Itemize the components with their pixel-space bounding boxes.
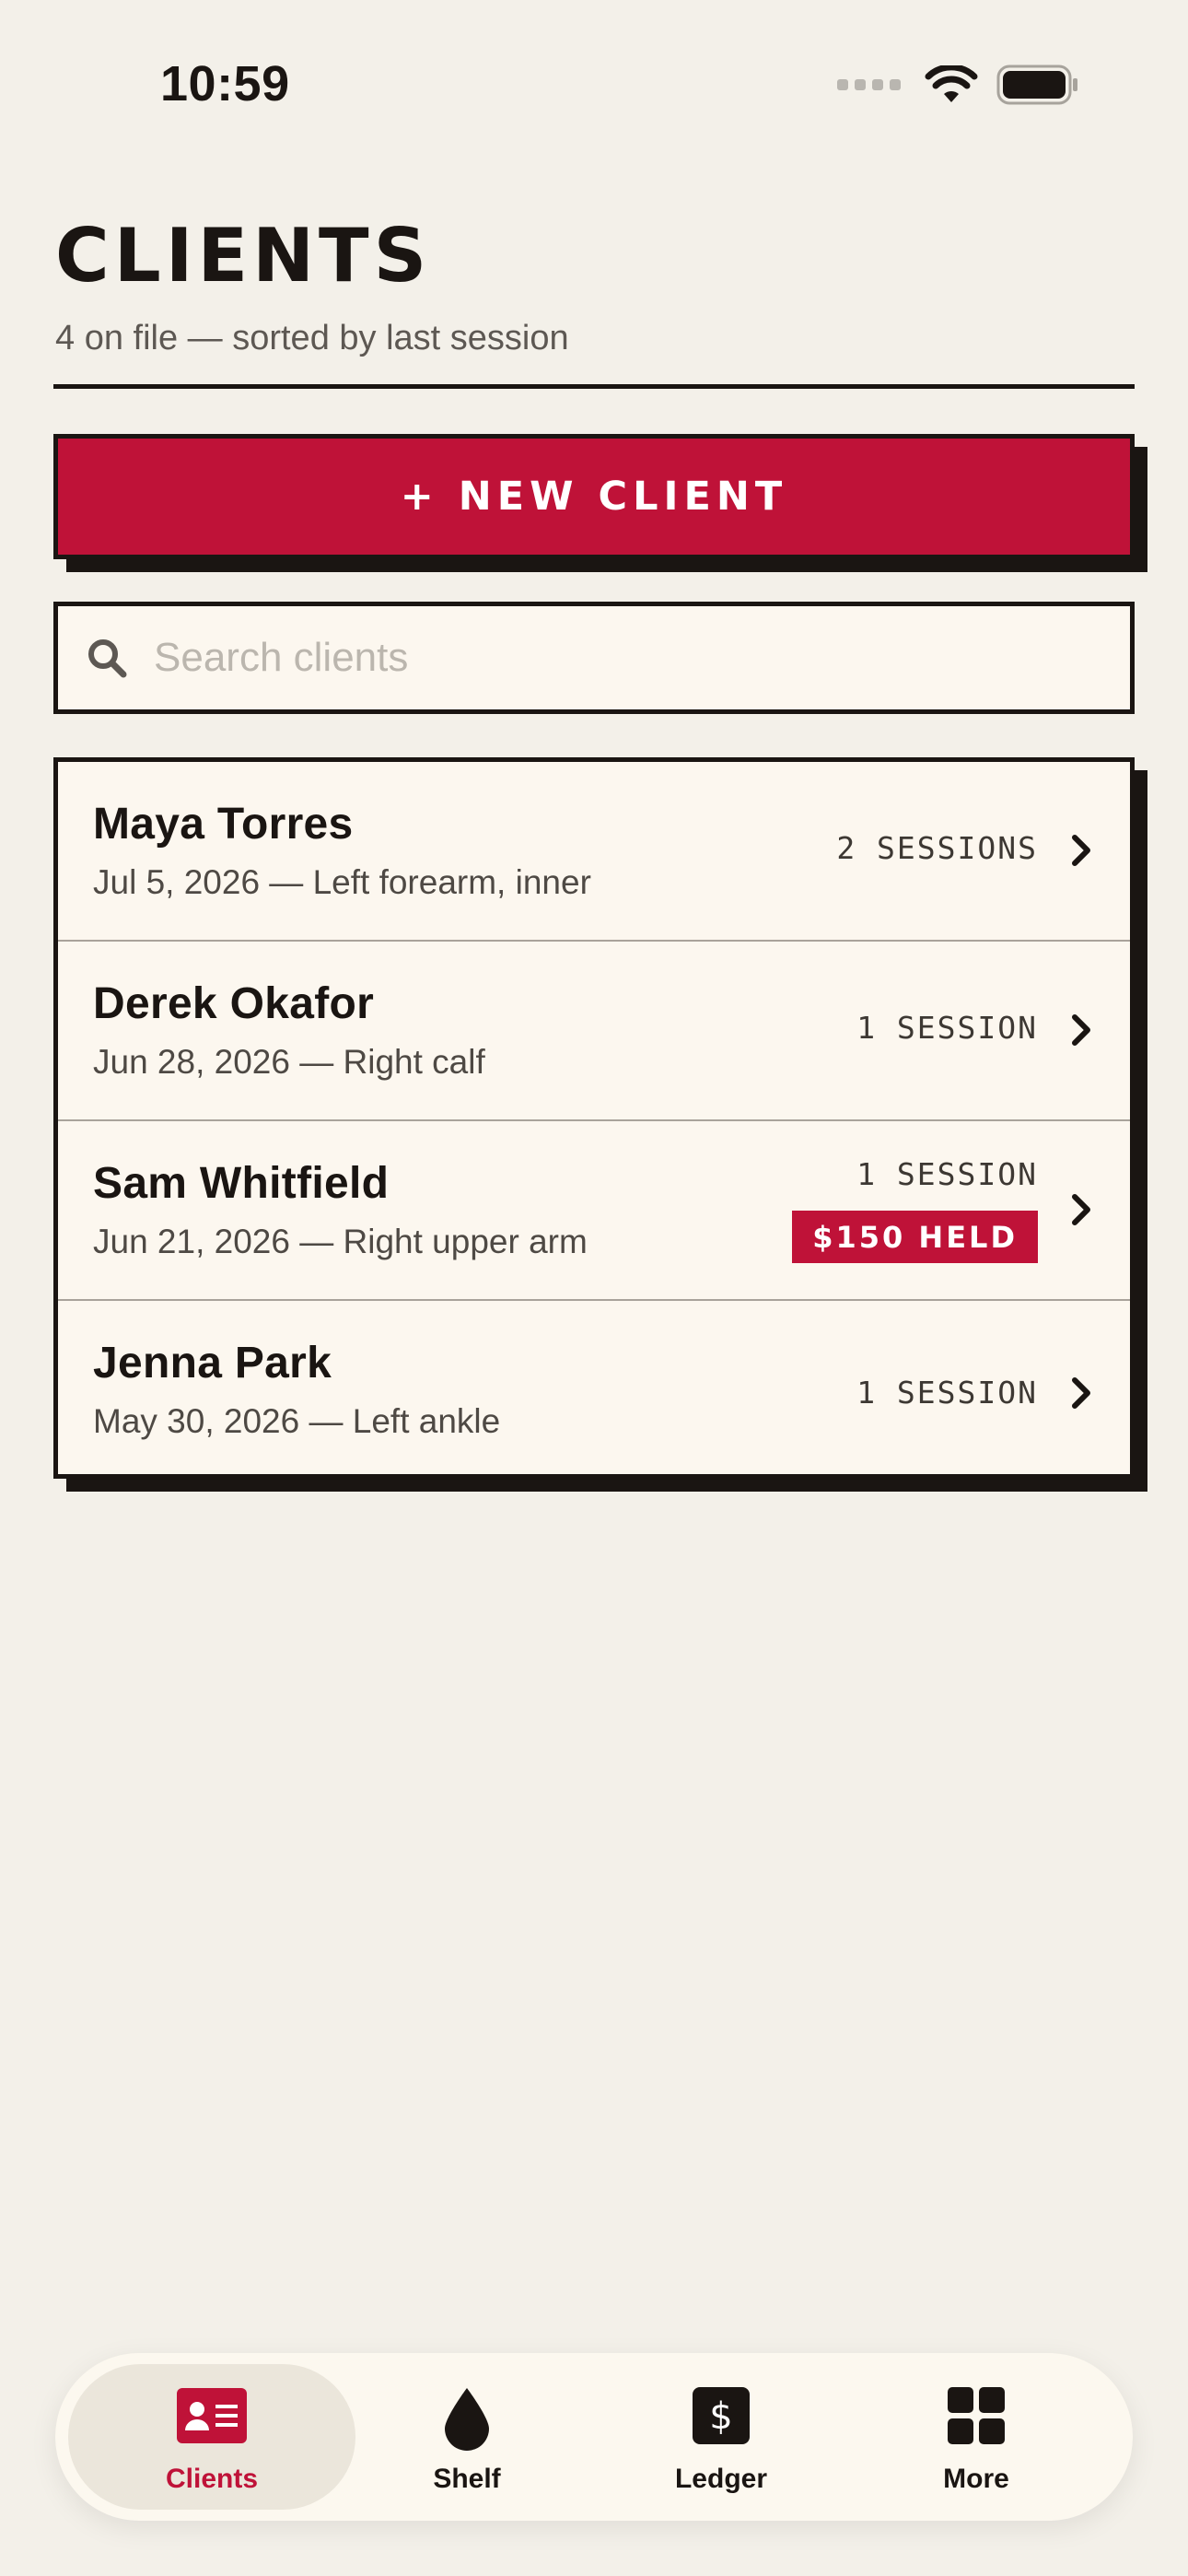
client-name: Jenna Park [93, 1339, 332, 1388]
wifi-icon [925, 65, 978, 102]
tab-label: Shelf [433, 2464, 501, 2494]
client-last-session: Jun 28, 2026 — Right calf [93, 1043, 485, 1081]
cellular-signal-icon [837, 79, 901, 90]
client-list: Maya Torres Jul 5, 2026 — Left forearm, … [53, 757, 1135, 1479]
grid-icon [948, 2387, 1005, 2444]
id-card-icon [177, 2388, 247, 2443]
client-last-session: May 30, 2026 — Left ankle [93, 1402, 501, 1440]
client-row-jenna-park[interactable]: Jenna Park May 30, 2026 — Left ankle 1 S… [58, 1301, 1130, 1474]
battery-icon [996, 64, 1077, 105]
session-count: 1 SESSION [856, 1375, 1038, 1411]
page-title: CLIENTS [55, 213, 432, 299]
client-row-maya-torres[interactable]: Maya Torres Jul 5, 2026 — Left forearm, … [58, 762, 1130, 942]
chevron-right-icon [1072, 1014, 1090, 1046]
search-icon [88, 639, 127, 678]
client-name: Sam Whitfield [93, 1159, 390, 1208]
session-count: 1 SESSION [856, 1010, 1038, 1046]
dollar-icon: $ [693, 2387, 750, 2444]
tab-label: Clients [165, 2464, 259, 2494]
chevron-right-icon [1072, 1194, 1090, 1225]
svg-text:$: $ [709, 2395, 732, 2438]
status-time: 10:59 [160, 56, 290, 111]
client-row-sam-whitfield[interactable]: Sam Whitfield Jun 21, 2026 — Right upper… [58, 1121, 1130, 1301]
new-client-button[interactable]: + NEW CLIENT [53, 434, 1135, 559]
session-count: 1 SESSION [856, 1156, 1038, 1192]
search-input[interactable] [154, 635, 1075, 681]
tab-ledger[interactable]: $ Ledger [592, 2353, 850, 2521]
client-last-session: Jun 21, 2026 — Right upper arm [93, 1223, 588, 1260]
tab-label: Ledger [674, 2464, 768, 2494]
tab-label: More [943, 2464, 1009, 2494]
search-box[interactable] [53, 602, 1135, 714]
header-divider [53, 384, 1135, 389]
status-icons [837, 64, 1079, 105]
deposit-held-badge: $150 HELD [792, 1211, 1038, 1263]
tab-bar: Clients Shelf $ Ledger More [55, 2353, 1133, 2521]
session-count: 2 SESSIONS [836, 830, 1038, 866]
chevron-right-icon [1072, 835, 1090, 866]
page-subtitle: 4 on file — sorted by last session [55, 319, 569, 357]
tab-shelf[interactable]: Shelf [338, 2353, 596, 2521]
client-last-session: Jul 5, 2026 — Left forearm, inner [93, 863, 591, 901]
client-row-derek-okafor[interactable]: Derek Okafor Jun 28, 2026 — Right calf 1… [58, 942, 1130, 1121]
tab-more[interactable]: More [847, 2353, 1105, 2521]
client-name: Derek Okafor [93, 979, 375, 1028]
client-name: Maya Torres [93, 800, 354, 849]
ink-drop-icon [445, 2388, 489, 2451]
tab-clients[interactable]: Clients [83, 2353, 341, 2521]
clients-screen: 10:59 CLIENTS 4 on file — sorted by last… [0, 0, 1188, 2576]
chevron-right-icon [1072, 1377, 1090, 1409]
